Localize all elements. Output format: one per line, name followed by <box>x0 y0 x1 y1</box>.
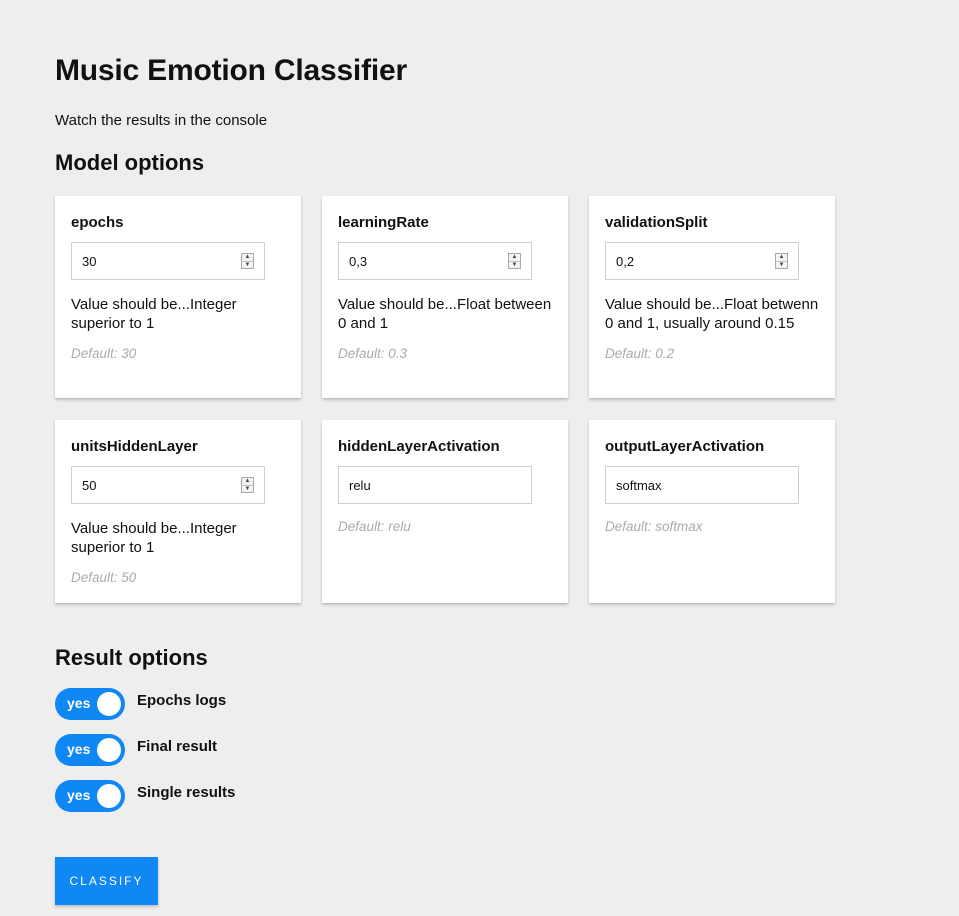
option-hint: Value should be...Integer superior to 1 <box>71 520 237 556</box>
page-subtitle: Watch the results in the console <box>55 112 268 129</box>
single-results-toggle[interactable]: yes <box>55 780 125 812</box>
result-options-heading: Result options <box>55 645 208 670</box>
option-field: ▲ ▼ <box>605 242 799 280</box>
model-options-grid: epochs ▲ ▼ Value should be...Integer sup… <box>55 196 855 603</box>
option-label: epochs <box>71 214 124 231</box>
toggle-row-epochs-logs: yes Epochs logs <box>55 688 235 734</box>
option-default: Default: relu <box>338 519 411 534</box>
spinner-down-icon[interactable]: ▼ <box>509 260 520 269</box>
option-field: ▲ ▼ <box>71 466 265 504</box>
page-title: Music Emotion Classifier <box>55 54 407 87</box>
number-spinner-icon[interactable]: ▲ ▼ <box>775 253 788 269</box>
option-hint: Value should be...Float between 0 and 1 <box>338 296 552 332</box>
option-label: hiddenLayerActivation <box>338 438 500 455</box>
hidden-layer-activation-input[interactable] <box>349 477 521 493</box>
toggle-state: yes <box>67 695 91 711</box>
toggle-row-final-result: yes Final result <box>55 734 235 780</box>
option-card-output-layer-activation: outputLayerActivation Default: softmax <box>589 420 835 603</box>
option-label: learningRate <box>338 214 429 231</box>
option-card-hidden-layer-activation: hiddenLayerActivation Default: relu <box>322 420 568 603</box>
option-label: validationSplit <box>605 214 708 231</box>
option-field: ▲ ▼ <box>71 242 265 280</box>
number-spinner-icon[interactable]: ▲ ▼ <box>241 477 254 493</box>
toggle-state: yes <box>67 741 91 757</box>
result-options-list: yes Epochs logs yes Final result yes Sin… <box>55 688 235 826</box>
epochs-logs-toggle[interactable]: yes <box>55 688 125 720</box>
toggle-label: Final result <box>137 738 218 755</box>
option-field <box>605 466 799 504</box>
spinner-down-icon[interactable]: ▼ <box>242 484 253 493</box>
option-card-learning-rate: learningRate ▲ ▼ Value should be...Float… <box>322 196 568 398</box>
epochs-input[interactable] <box>82 253 235 269</box>
option-default: Default: 0.3 <box>338 346 408 361</box>
toggle-knob-icon <box>97 784 121 808</box>
option-hint: Value should be...Float betwenn 0 and 1,… <box>605 296 819 332</box>
option-default: Default: 30 <box>71 346 137 361</box>
spinner-down-icon[interactable]: ▼ <box>776 260 787 269</box>
output-layer-activation-input[interactable] <box>616 477 788 493</box>
option-label: unitsHiddenLayer <box>71 438 198 455</box>
option-default: Default: softmax <box>605 519 703 534</box>
spinner-down-icon[interactable]: ▼ <box>242 260 253 269</box>
toggle-row-single-results: yes Single results <box>55 780 235 826</box>
number-spinner-icon[interactable]: ▲ ▼ <box>508 253 521 269</box>
toggle-knob-icon <box>97 692 121 716</box>
option-default: Default: 50 <box>71 570 137 585</box>
option-field: ▲ ▼ <box>338 242 532 280</box>
toggle-state: yes <box>67 787 91 803</box>
units-hidden-layer-input[interactable] <box>82 477 235 493</box>
option-field <box>338 466 532 504</box>
toggle-knob-icon <box>97 738 121 762</box>
option-card-epochs: epochs ▲ ▼ Value should be...Integer sup… <box>55 196 301 398</box>
toggle-label: Epochs logs <box>137 692 227 709</box>
option-card-validation-split: validationSplit ▲ ▼ Value should be...Fl… <box>589 196 835 398</box>
option-label: outputLayerActivation <box>605 438 765 455</box>
toggle-label: Single results <box>137 784 236 801</box>
learning-rate-input[interactable] <box>349 253 502 269</box>
option-default: Default: 0.2 <box>605 346 675 361</box>
option-card-units-hidden-layer: unitsHiddenLayer ▲ ▼ Value should be...I… <box>55 420 301 603</box>
final-result-toggle[interactable]: yes <box>55 734 125 766</box>
classify-button[interactable]: CLASSIFY <box>55 857 158 905</box>
option-hint: Value should be...Integer superior to 1 <box>71 296 237 332</box>
number-spinner-icon[interactable]: ▲ ▼ <box>241 253 254 269</box>
model-options-heading: Model options <box>55 150 205 175</box>
validation-split-input[interactable] <box>616 253 769 269</box>
